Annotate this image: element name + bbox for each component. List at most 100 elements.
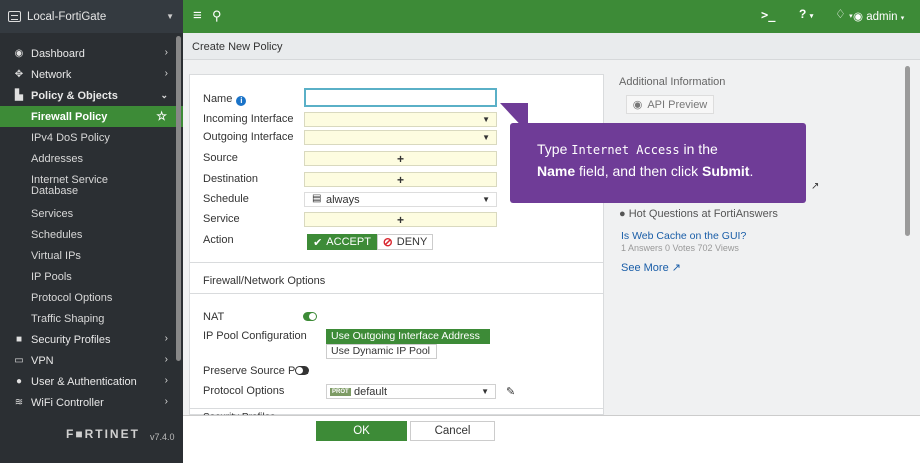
breadcrumb: Create New Policy [183,33,920,60]
star-icon[interactable]: ☆ [156,109,167,123]
sidebar-item-services[interactable]: Services [0,203,183,224]
help-icon[interactable]: ? ▾ [799,7,813,21]
sidebar-item-network[interactable]: ✥ Network › [0,64,183,85]
sidebar-item-traffic-shaping[interactable]: Traffic Shaping [0,308,183,329]
info-icon[interactable]: i [236,96,247,106]
sidebar-item-internet-service-database[interactable]: Internet Service Database [0,169,183,203]
sidebar-item-label: Addresses [31,152,83,165]
notification-bell-icon[interactable]: ♢ ▾ [835,7,853,21]
sidebar-item-virtual-ips[interactable]: Virtual IPs [0,245,183,266]
protocol-options-select[interactable]: PROT default ▼ [326,384,496,399]
top-bar: ≡ ⚲ >_ ? ▾ ♢ ▾ ◉ admin ▾ [183,0,920,33]
sidebar-menu: ◉ Dashboard › ✥ Network › ▙ Policy & Obj… [0,43,183,413]
destination-field[interactable]: + [304,172,497,187]
sidebar-item-label: IPv4 DoS Policy [31,131,110,144]
eye-icon: ◉ [632,99,643,111]
tooltip-bold: Submit [702,163,750,179]
dashboard-icon: ◉ [14,48,24,59]
deny-button[interactable]: ⊘ DENY [377,234,433,250]
caret-down-icon: ▾ [900,15,905,22]
lock-icon: ■ [15,334,23,345]
admin-menu[interactable]: ◉ admin ▾ [853,9,904,23]
plus-icon: + [397,173,405,187]
main-scrollbar[interactable] [905,66,910,236]
see-more-link[interactable]: See More ↗ [621,261,681,274]
chevron-right-icon: › [164,68,168,79]
sidebar-item-addresses[interactable]: Addresses [0,148,183,169]
schedule-label: Schedule [203,193,249,205]
caret-down-icon: ▼ [482,115,490,124]
main-content: Name i Incoming Interface ▼ Outgoing Inte… [183,60,920,416]
use-outgoing-interface-option[interactable]: Use Outgoing Interface Address [326,329,490,344]
network-icon: ✥ [14,69,24,80]
additional-info-heading: Additional Information [619,76,726,88]
deny-label: DENY [396,236,428,248]
monitor-icon: ▭ [14,355,24,366]
sidebar-item-firewall-policy[interactable]: Firewall Policy ☆ [0,106,183,127]
sidebar-item-label: Schedules [31,228,83,241]
sidebar-item-wifi-controller[interactable]: ≋ WiFi Controller › [0,392,183,413]
tooltip-line-1: Type Internet Access in the [537,139,806,161]
sidebar-item-label: Virtual IPs [31,249,81,262]
caret-down-icon: ▾ [809,13,814,20]
caret-down-icon: ▼ [482,195,490,204]
name-input[interactable] [304,88,497,107]
divider [190,408,603,409]
accept-button[interactable]: ✔ ACCEPT [307,234,377,250]
tooltip-code: Internet Access [571,143,680,157]
sidebar-item-protocol-options[interactable]: Protocol Options [0,287,183,308]
chevron-down-icon: ⌄ [160,90,168,100]
action-label: Action [203,234,234,246]
incoming-interface-label: Incoming Interface [203,113,294,125]
bottom-action-bar: OK Cancel [183,415,920,463]
sidebar-item-label: Dashboard [31,47,85,60]
source-field[interactable]: + [304,151,497,166]
sidebar-item-ip-pools[interactable]: IP Pools [0,266,183,287]
nat-label: NAT [203,311,225,323]
sidebar-footer: F■RTINET v7.4.0 [0,424,183,444]
sidebar-item-label: User & Authentication [31,375,137,388]
sidebar-scrollbar[interactable] [176,36,181,361]
sidebar-item-dashboard[interactable]: ◉ Dashboard › [0,43,183,64]
protocol-options-label: Protocol Options [203,385,285,397]
external-link-icon[interactable]: ↗ [811,181,819,192]
preserve-source-port-label: Preserve Source Port [203,365,309,377]
tooltip-text: . [749,163,754,179]
service-field[interactable]: + [304,212,497,227]
sidebar-item-policy-objects[interactable]: ▙ Policy & Objects ⌄ [0,85,183,106]
menu-toggle-icon[interactable]: ≡ [193,7,202,24]
nat-toggle[interactable] [303,312,317,321]
api-preview-button[interactable]: ◉ API Preview [626,95,714,114]
outgoing-interface-select[interactable]: ▼ [304,130,497,145]
sidebar-item-label: IP Pools [31,270,72,283]
question-link[interactable]: Is Web Cache on the GUI? [621,230,746,242]
edit-icon[interactable]: ✎ [506,385,515,398]
preserve-source-port-toggle[interactable] [295,366,309,375]
search-icon[interactable]: ⚲ [212,8,222,24]
incoming-interface-select[interactable]: ▼ [304,112,497,127]
see-more-label: See More [621,262,669,274]
instruction-tooltip: Type Internet Access in the Name field, … [510,123,806,203]
comments-icon: ● [619,208,626,220]
use-dynamic-ip-pool-option[interactable]: Use Dynamic IP Pool [326,344,437,359]
sidebar-item-security-profiles[interactable]: ■ Security Profiles › [0,329,183,350]
caret-down-icon: ▼ [482,133,490,142]
device-name: Local-FortiGate [27,10,107,23]
sidebar-item-label: WiFi Controller [31,396,104,409]
sidebar-item-user-authentication[interactable]: ● User & Authentication › [0,371,183,392]
device-selector[interactable]: Local-FortiGate ▼ [0,0,183,33]
sidebar-item-label: Traffic Shaping [31,312,105,325]
schedule-select[interactable]: ▤ always ▼ [304,192,497,207]
fortinet-logo: F■RTINET [66,427,140,441]
hot-questions-label: Hot Questions at FortiAnswers [628,208,778,220]
plus-icon: + [397,152,405,166]
sidebar-item-schedules[interactable]: Schedules [0,224,183,245]
cancel-button[interactable]: Cancel [410,421,495,441]
ok-button[interactable]: OK [316,421,407,441]
divider [190,262,603,263]
sidebar-item-vpn[interactable]: ▭ VPN › [0,350,183,371]
sidebar-item-ipv4-dos-policy[interactable]: IPv4 DoS Policy [0,127,183,148]
chevron-right-icon: › [164,354,168,365]
sidebar-item-label: Firewall Policy [31,110,108,123]
cli-console-icon[interactable]: >_ [761,8,775,22]
